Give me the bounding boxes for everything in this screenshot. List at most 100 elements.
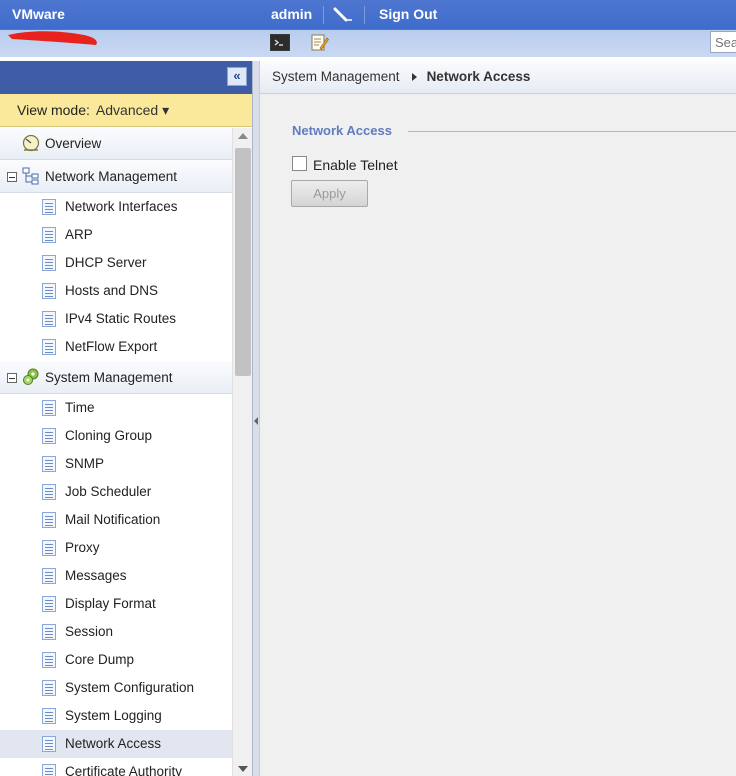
sidebar-item-label: Network Interfaces	[65, 199, 178, 214]
page-icon	[42, 512, 56, 528]
page-icon	[42, 199, 56, 215]
pencil-icon[interactable]	[332, 5, 354, 25]
collapse-toggle-icon[interactable]	[7, 373, 17, 383]
overview-icon	[22, 134, 40, 152]
section-system-management[interactable]: System Management	[0, 361, 232, 394]
page-icon	[42, 339, 56, 355]
edit-icon[interactable]	[311, 33, 329, 52]
sidebar-item-label: Cloning Group	[65, 428, 153, 443]
sidebar-item-label: Messages	[65, 568, 127, 583]
system-management-items: Time Cloning Group SNMP Job Scheduler Mail N…	[0, 394, 232, 776]
sidebar-item-system-logging[interactable]: System Logging	[0, 702, 232, 730]
network-management-items: Network Interfaces ARP DHCP Server Hosts an…	[0, 193, 232, 361]
sidebar-item-mail-notification[interactable]: Mail Notification	[0, 506, 232, 534]
console-icon[interactable]	[270, 34, 290, 51]
section-network-management[interactable]: Network Management	[0, 160, 232, 193]
page-icon	[42, 596, 56, 612]
sidebar-item-label: Job Scheduler	[65, 484, 152, 499]
sidebar-item-dhcp-server[interactable]: DHCP Server	[0, 249, 232, 277]
search-input[interactable]	[710, 31, 736, 53]
page-icon	[42, 708, 56, 724]
sidebar-item-network-interfaces[interactable]: Network Interfaces	[0, 193, 232, 221]
page-icon	[42, 428, 56, 444]
brand-logo: VMware	[12, 6, 65, 22]
sidebar-item-hosts-and-dns[interactable]: Hosts and DNS	[0, 277, 232, 305]
sidebar-item-label: System Configuration	[65, 680, 195, 695]
scroll-down-icon[interactable]	[238, 766, 248, 772]
breadcrumb-parent[interactable]: System Management	[272, 69, 400, 84]
sign-out-link[interactable]: Sign Out	[379, 6, 437, 22]
section-label: Network Management	[45, 169, 178, 184]
navigation-tree: Overview Network Management Network Inte…	[0, 128, 232, 776]
page-icon	[42, 456, 56, 472]
page-icon	[42, 283, 56, 299]
panel-splitter[interactable]	[253, 61, 260, 776]
sidebar-item-label: Core Dump	[65, 652, 135, 667]
page-icon	[42, 652, 56, 668]
scroll-thumb[interactable]	[235, 148, 251, 376]
sidebar-item-ipv4-static-routes[interactable]: IPv4 Static Routes	[0, 305, 232, 333]
username: admin	[271, 6, 313, 22]
sidebar-item-label: NetFlow Export	[65, 339, 158, 354]
breadcrumb-arrow-icon	[411, 73, 417, 81]
sidebar-item-arp[interactable]: ARP	[0, 221, 232, 249]
sidebar-item-time[interactable]: Time	[0, 394, 232, 422]
sidebar-item-messages[interactable]: Messages	[0, 562, 232, 590]
sidebar-item-label: Session	[65, 624, 114, 639]
page-icon	[42, 680, 56, 696]
breadcrumb: System Management Network Access	[260, 61, 736, 94]
page-icon	[42, 764, 56, 776]
sidebar-item-label: Display Format	[65, 596, 156, 611]
sidebar-titlebar: «	[0, 61, 252, 94]
sidebar-item-overview[interactable]: Overview	[0, 128, 232, 160]
sidebar-item-display-format[interactable]: Display Format	[0, 590, 232, 618]
page-icon	[42, 624, 56, 640]
page-icon	[42, 227, 56, 243]
sidebar-item-snmp[interactable]: SNMP	[0, 450, 232, 478]
sidebar-item-certificate-authority[interactable]: Certificate Authority	[0, 758, 232, 776]
sidebar-item-label: Hosts and DNS	[65, 283, 159, 298]
splitter-arrow-icon[interactable]	[254, 417, 258, 425]
enable-telnet-checkbox[interactable]	[292, 156, 307, 171]
sidebar-item-label: Time	[65, 400, 95, 415]
sidebar-item-label: Certificate Authority	[65, 764, 183, 776]
page-icon	[42, 255, 56, 271]
view-mode-bar: View mode: Advanced ▾	[0, 94, 252, 127]
sidebar-scrollbar[interactable]	[232, 128, 252, 776]
sidebar-item-proxy[interactable]: Proxy	[0, 534, 232, 562]
sidebar-item-netflow-export[interactable]: NetFlow Export	[0, 333, 232, 361]
page-icon	[42, 484, 56, 500]
apply-button[interactable]: Apply	[291, 180, 368, 207]
sidebar-item-label: DHCP Server	[65, 255, 147, 270]
page-icon	[42, 311, 56, 327]
collapse-toggle-icon[interactable]	[7, 172, 17, 182]
section-label: System Management	[45, 370, 173, 385]
sidebar-item-label: ARP	[65, 227, 93, 242]
sidebar-item-system-configuration[interactable]: System Configuration	[0, 674, 232, 702]
sidebar-item-label: IPv4 Static Routes	[65, 311, 177, 326]
fieldset-divider	[408, 131, 736, 132]
view-mode-label: View mode:	[17, 102, 90, 118]
sidebar-item-label: Mail Notification	[65, 512, 161, 527]
redaction-mark	[8, 31, 97, 45]
enable-telnet-label[interactable]: Enable Telnet	[313, 157, 398, 173]
breadcrumb-current: Network Access	[426, 69, 531, 84]
collapse-icon[interactable]: «	[227, 67, 247, 86]
view-mode-dropdown[interactable]: Advanced ▾	[96, 102, 169, 118]
sidebar-item-network-access[interactable]: Network Access	[0, 730, 232, 758]
sidebar: « View mode: Advanced ▾ Overview Network …	[0, 61, 253, 776]
fieldset-title: Network Access	[292, 123, 400, 138]
sidebar-item-label: Proxy	[65, 540, 100, 555]
sidebar-item-core-dump[interactable]: Core Dump	[0, 646, 232, 674]
sidebar-item-cloning-group[interactable]: Cloning Group	[0, 422, 232, 450]
sidebar-item-job-scheduler[interactable]: Job Scheduler	[0, 478, 232, 506]
main-content: System Management Network Access Network …	[260, 61, 736, 776]
system-gears-icon	[23, 368, 39, 385]
scroll-up-icon[interactable]	[238, 133, 248, 139]
sidebar-item-label: System Logging	[65, 708, 162, 723]
page-icon	[42, 400, 56, 416]
sidebar-item-session[interactable]: Session	[0, 618, 232, 646]
sidebar-item-label: Overview	[45, 136, 102, 151]
network-tree-icon	[22, 167, 39, 185]
sidebar-item-label: SNMP	[65, 456, 105, 471]
